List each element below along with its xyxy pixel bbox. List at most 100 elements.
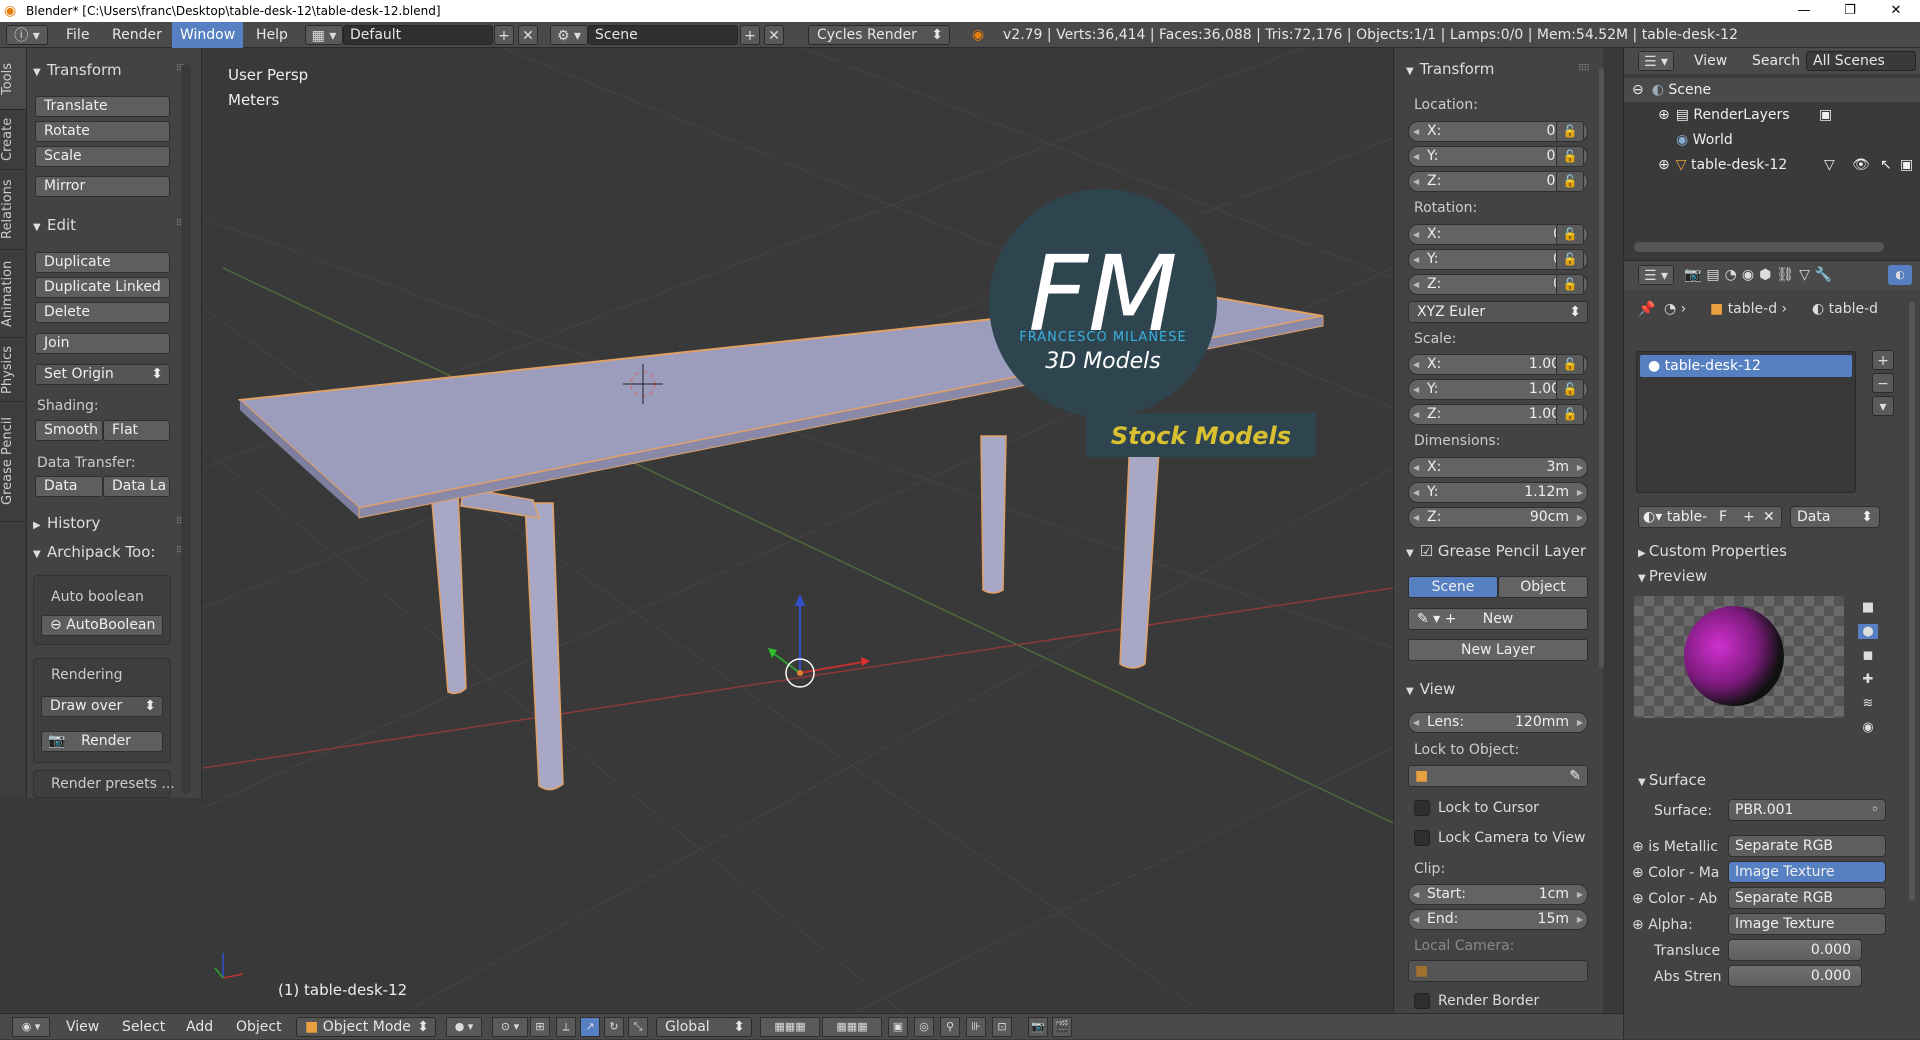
outliner-editor-icon[interactable]: ☰ ▾ [1638,51,1674,71]
tab-tools[interactable]: Tools [0,48,26,110]
scene-icon[interactable]: ⚙ ▾ [550,25,588,45]
menu-help[interactable]: Help [248,22,296,48]
panel-header-transform[interactable]: ▼ Transform [1406,60,1494,78]
alpha-row[interactable]: ⊕ Alpha: [1632,917,1693,933]
menu-view[interactable]: View [66,1014,99,1040]
panel-header-view[interactable]: ▼ View [1406,680,1455,698]
render-animation-icon[interactable]: 🎬 [1052,1017,1072,1037]
3d-viewport[interactable]: FM FRANCESCO MILANESE 3D Models Stock Mo… [203,48,1393,1013]
transform-orientation-dropdown[interactable]: Global ⬍ [656,1017,752,1037]
lock-scale-x-icon[interactable]: 🔓 [1556,354,1584,375]
lock-rotation-y-icon[interactable]: 🔓 [1556,249,1584,270]
render-button[interactable]: 📷 Render [41,731,163,752]
lock-location-z-icon[interactable]: 🔓 [1556,171,1584,192]
checkbox-checked-icon[interactable]: ☑ [1420,542,1438,560]
material-slot-item[interactable]: ● table-desk-12 [1640,355,1852,377]
collapse-toggle-icon[interactable]: ⊖ [1632,82,1644,98]
tab-create[interactable]: Create [0,110,26,170]
color-ma-input-dropdown[interactable]: Image Texture [1728,861,1886,883]
add-scene-icon[interactable]: + [740,25,760,45]
remove-layout-icon[interactable]: ✕ [518,25,538,45]
expand-toggle-icon[interactable]: ⊕ [1632,891,1644,907]
properties-context-tabs[interactable]: 📷▤◔◉⬢⛓▽🔧 [1684,267,1837,283]
editor-type-3d-icon[interactable]: ◉ ▾ [12,1017,50,1037]
render-still-icon[interactable]: 📷 [1028,1017,1048,1037]
color-ab-input-dropdown[interactable]: Separate RGB [1728,887,1886,909]
tab-animation[interactable]: Animation [0,250,26,338]
screen-layout-icon[interactable]: ▦ ▾ [305,25,343,45]
close-window-button[interactable]: ✕ [1873,0,1919,22]
add-material-icon[interactable]: + [1743,507,1755,527]
smooth-button[interactable]: Smooth [35,420,103,441]
tab-physics[interactable]: Physics [0,338,26,402]
autoboolean-button[interactable]: ⊖ AutoBoolean [41,615,163,636]
lock-object-field[interactable]: ■ ✎ [1408,765,1588,787]
panel-header-preview[interactable]: ▼ Preview [1638,567,1707,585]
mirror-button[interactable]: Mirror [35,176,170,197]
dimensions-z-field[interactable]: ◀ Z: 90cm ▶ [1408,507,1588,528]
clip-start-field[interactable]: ◀ Start: 1cm ▶ [1408,884,1588,905]
npanel-scrollbar[interactable] [1599,68,1604,668]
drag-grip-icon[interactable]: ⠿⠿ [1578,64,1590,74]
rotate-manipulator-icon[interactable]: ↻ [604,1017,624,1037]
lock-rotation-z-icon[interactable]: 🔓 [1556,274,1584,295]
menu-window[interactable]: Window [172,22,244,48]
fake-user-toggle[interactable]: F [1719,507,1727,527]
lock-location-x-icon[interactable]: 🔓 [1556,121,1584,142]
metallic-row[interactable]: ⊕ is Metallic [1632,839,1718,855]
material-link-dropdown[interactable]: Data ⬍ [1790,506,1880,528]
menu-render[interactable]: Render [104,22,170,48]
outliner-item-table-desk[interactable]: ⊕ ▽ table-desk-12 ▽ 👁 ↖ ▣ [1624,153,1920,177]
minimize-button[interactable]: — [1781,0,1827,22]
render-camera-icon[interactable]: ▣ [1900,153,1913,177]
add-slot-icon[interactable]: + [1872,350,1894,370]
screen-layout-field[interactable]: Default [343,25,493,45]
join-button[interactable]: Join [35,333,170,354]
render-border-checkbox[interactable] [1414,993,1430,1009]
snap-element-icon[interactable]: ⊪ [966,1017,986,1037]
preview-shape-buttons[interactable]: ■ ● ◼ ✚ ≋ ◉ [1854,596,1882,736]
lock-cursor-checkbox[interactable] [1414,800,1430,816]
dimensions-x-field[interactable]: ◀ X: 3m ▶ [1408,457,1588,478]
eyedropper-icon[interactable]: ✎ [1569,766,1581,786]
breadcrumb-material[interactable]: ◐ table-d [1812,301,1878,317]
expand-toggle-icon[interactable]: ⊕ [1632,839,1644,855]
move-manipulator-icon[interactable]: ↗ [580,1017,600,1037]
menu-select[interactable]: Select [122,1014,165,1040]
lens-field[interactable]: ◀ Lens: 120mm ▶ [1408,712,1588,733]
manipulator-toggle-icon[interactable]: ⊞ [530,1017,550,1037]
pivot-point-icon[interactable]: ⊙ ▾ [492,1017,528,1037]
panel-header-history[interactable]: ▶ History [33,513,100,533]
color-ab-row[interactable]: ⊕ Color - Ab [1632,891,1717,907]
breadcrumb-object[interactable]: ■ table-d › [1710,301,1787,317]
dimensions-y-field[interactable]: ◀ Y: 1.12m ▶ [1408,482,1588,503]
snap-target-icon[interactable]: ⊡ [992,1017,1012,1037]
lock-camera-checkbox[interactable] [1414,830,1430,846]
lock-layers-icon[interactable]: ▣ [888,1017,908,1037]
material-tab-icon[interactable]: ◐ [1888,265,1912,285]
duplicate-button[interactable]: Duplicate [35,252,170,273]
data-transfer-button[interactable]: Data [35,476,103,497]
outliner-scrollbar[interactable] [1634,242,1884,252]
remove-scene-icon[interactable]: ✕ [764,25,784,45]
surface-node-dropdown[interactable]: PBR.001 ◦ [1728,799,1886,821]
render-engine-dropdown[interactable]: Cycles Render ⬍ [808,25,950,45]
expand-toggle-icon[interactable]: ⊕ [1632,865,1644,881]
gp-new-layer-button[interactable]: New Layer [1408,639,1588,661]
local-camera-field[interactable]: ■ [1408,960,1588,982]
panel-header-edit[interactable]: ▼ Edit [33,215,76,235]
lock-scale-z-icon[interactable]: 🔓 [1556,404,1584,425]
scene-field[interactable]: Scene [588,25,738,45]
properties-editor-icon[interactable]: ☰ ▾ [1638,265,1674,285]
unlink-material-icon[interactable]: ✕ [1763,507,1775,527]
slot-specials-icon[interactable]: ▾ [1872,396,1894,416]
remove-slot-icon[interactable]: − [1872,373,1894,393]
render-presets-button[interactable]: Render presets ... [51,776,175,792]
outliner-search-menu[interactable]: Search [1744,48,1808,74]
outliner-view-menu[interactable]: View [1686,48,1735,74]
properties-scrollbar[interactable] [1909,301,1915,901]
outliner-item-world[interactable]: ◉ World [1624,128,1920,152]
layers-grid-icon[interactable]: ▦▦▦ [760,1017,820,1037]
cursor-select-icon[interactable]: ↖ [1880,153,1892,177]
panel-header-archipack[interactable]: ▼ Archipack Too: [33,542,155,562]
